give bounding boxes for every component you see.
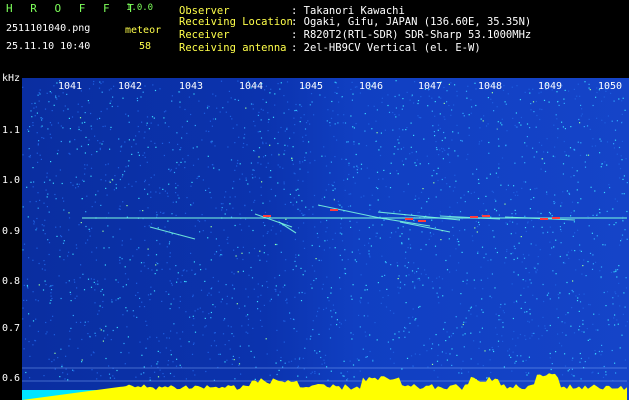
y-tick-label: 1.0 — [2, 175, 21, 186]
noise-speckle — [22, 80, 628, 382]
echo-trace — [149, 226, 196, 240]
echo-hotspot — [405, 218, 413, 220]
receiver-label: Receiver — [179, 29, 230, 41]
echo-trace — [278, 221, 297, 234]
observer-label: Observer — [179, 5, 230, 17]
receiver-value: : R820T2(RTL-SDR) SDR-Sharp 53.1000MHz — [291, 29, 532, 41]
x-tick-label: 1047 — [418, 81, 443, 92]
x-tick-label: 1044 — [239, 81, 264, 92]
echo-hotspot — [470, 216, 478, 218]
echo-hotspot — [418, 220, 426, 222]
y-axis-unit: kHz — [2, 73, 21, 84]
y-tick-label: 0.8 — [2, 276, 21, 287]
x-tick-label: 1049 — [538, 81, 563, 92]
antenna-value: : 2el-HB9CV Vertical (el. E-W) — [291, 42, 481, 54]
location-value: : Ogaki, Gifu, JAPAN (136.60E, 35.35N) — [291, 16, 532, 28]
echo-trace — [399, 221, 451, 233]
x-tick-label: 1042 — [118, 81, 143, 92]
meteor-label: meteor — [125, 25, 162, 36]
x-tick-label: 1045 — [299, 81, 324, 92]
y-tick-label: 1.1 — [2, 125, 21, 136]
x-tick-label: 1048 — [478, 81, 503, 92]
x-tick-label: 1041 — [58, 81, 83, 92]
echo-hotspot — [552, 217, 560, 219]
capture-datetime: 25.11.10 10:40 — [6, 41, 91, 52]
echo-hotspot — [263, 215, 271, 217]
antenna-label: Receiving antenna — [179, 42, 287, 54]
echo-hotspot — [330, 209, 338, 211]
x-tick-label: 1043 — [179, 81, 204, 92]
echo-hotspot — [482, 215, 490, 217]
app-version: 1.0.0 — [126, 3, 154, 13]
location-label: Receiving Location — [179, 16, 293, 28]
app-title: H R O F F T — [6, 2, 140, 15]
observer-value: : Takanori Kawachi — [291, 5, 405, 17]
spectrogram-screen: H R O F F T 1.0.0 2511101040.png 25.11.1… — [0, 0, 629, 400]
meteor-count: 58 — [139, 41, 152, 52]
x-tick-label: 1046 — [359, 81, 384, 92]
y-tick-label: 0.9 — [2, 226, 21, 237]
noise-floor — [22, 373, 627, 400]
echo-hotspot — [540, 218, 548, 220]
capture-filename: 2511101040.png — [6, 23, 91, 34]
y-tick-label: 0.7 — [2, 323, 21, 334]
y-tick-label: 0.6 — [2, 373, 21, 384]
echo-trace — [254, 213, 293, 228]
x-tick-label: 1050 — [598, 81, 623, 92]
spectrogram-overlay — [22, 80, 628, 400]
